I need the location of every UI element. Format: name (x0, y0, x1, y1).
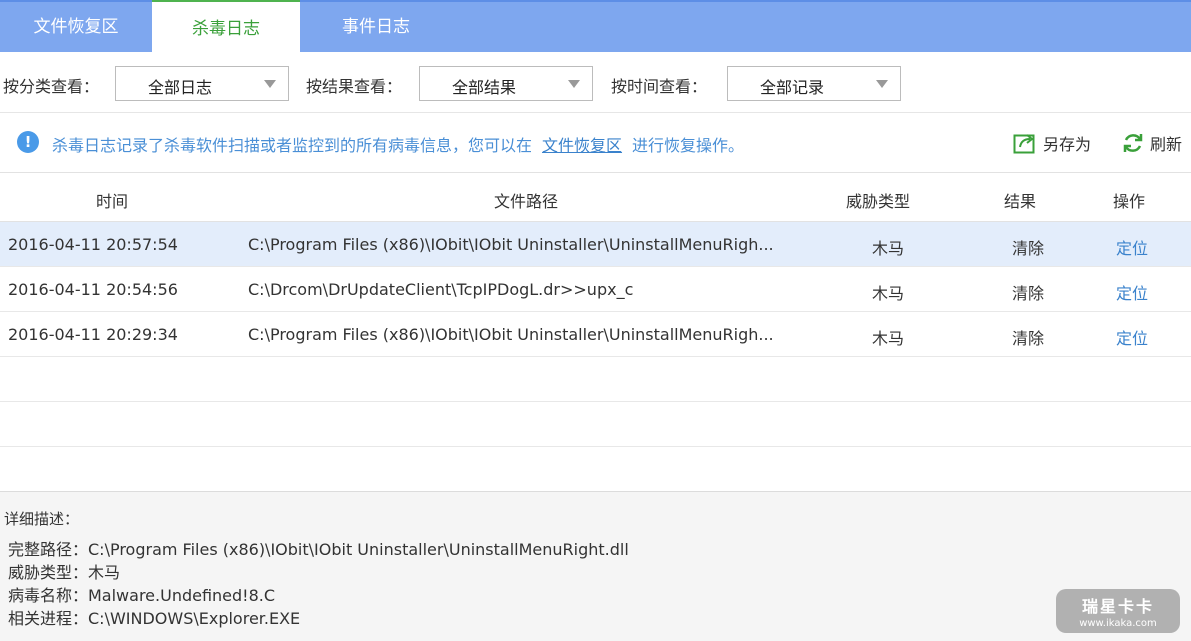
chevron-down-icon (264, 80, 276, 88)
chevron-down-icon (876, 80, 888, 88)
cell-type: 木马 (871, 284, 904, 303)
cell-result: 清除 (1011, 329, 1044, 348)
cell-result: 清除 (1011, 239, 1044, 258)
detail-threat-type: 威胁类型：木马 (8, 563, 121, 582)
chevron-down-icon (568, 80, 580, 88)
category-filter-label: 按分类查看： (3, 77, 100, 96)
cell-time: 2016-04-11 20:29:34 (8, 325, 178, 344)
result-filter-label: 按结果查看： (306, 77, 403, 96)
cell-path: C:\Drcom\DrUpdateClient\TcpIPDogL.dr>>up… (248, 280, 634, 299)
info-text-after: 进行恢复操作。 (632, 136, 745, 155)
tab-file-recovery[interactable]: 文件恢复区 (0, 2, 152, 52)
cell-path: C:\Program Files (x86)\IObit\IObit Unins… (248, 325, 774, 344)
tab-bar: 文件恢复区 杀毒日志 事件日志 (0, 0, 1191, 54)
cell-type: 木马 (871, 239, 904, 258)
tab-antivirus-log[interactable]: 杀毒日志 (152, 0, 300, 54)
refresh-button[interactable]: 刷新 (1122, 131, 1182, 155)
info-icon: ! (17, 131, 39, 153)
info-bar: ! 杀毒日志记录了杀毒软件扫描或者监控到的所有病毒信息，您可以在 文件恢复区 进行恢… (0, 112, 1191, 172)
save-as-button[interactable]: 另存为 (1013, 131, 1091, 155)
locate-link[interactable]: 定位 (1104, 280, 1160, 304)
time-filter-value: 全部记录 (760, 78, 825, 97)
time-filter-select[interactable]: 全部记录 (727, 66, 901, 101)
category-filter-select[interactable]: 全部日志 (115, 66, 289, 101)
info-message: 杀毒日志记录了杀毒软件扫描或者监控到的所有病毒信息，您可以在 文件恢复区 进行恢复操… (52, 132, 744, 156)
col-header-time[interactable]: 时间 (96, 188, 128, 212)
locate-link[interactable]: 定位 (1104, 235, 1160, 259)
time-filter-label: 按时间查看： (611, 77, 708, 96)
tab-event-log[interactable]: 事件日志 (300, 2, 452, 52)
table-row[interactable]: 2016-04-11 20:29:34 C:\Program Files (x8… (0, 312, 1191, 357)
filter-bar: 按分类查看： 全部日志 按结果查看： 全部结果 按时间查看： 全部记录 (0, 52, 1191, 112)
cell-time: 2016-04-11 20:57:54 (8, 235, 178, 254)
refresh-label: 刷新 (1150, 135, 1183, 154)
result-filter-select[interactable]: 全部结果 (419, 66, 593, 101)
empty-row (0, 402, 1191, 447)
table-row[interactable]: 2016-04-11 20:54:56 C:\Drcom\DrUpdateCli… (0, 267, 1191, 312)
detail-process: 相关进程：C:\WINDOWS\Explorer.EXE (8, 609, 301, 628)
empty-row (0, 447, 1191, 492)
table-row[interactable]: 2016-04-11 20:57:54 C:\Program Files (x8… (0, 222, 1191, 267)
col-header-op[interactable]: 操作 (1113, 188, 1145, 212)
info-text-before: 杀毒日志记录了杀毒软件扫描或者监控到的所有病毒信息，您可以在 (52, 136, 533, 155)
detail-full-path: 完整路径：C:\Program Files (x86)\IObit\IObit … (8, 540, 629, 559)
table-header: 时间 文件路径 威胁类型 结果 操作 (0, 172, 1191, 222)
cell-type: 木马 (871, 329, 904, 348)
col-header-path[interactable]: 文件路径 (494, 188, 558, 212)
export-icon (1013, 134, 1035, 154)
col-header-type[interactable]: 威胁类型 (846, 188, 910, 212)
result-filter-value: 全部结果 (452, 78, 517, 97)
refresh-icon (1123, 134, 1143, 152)
save-as-label: 另存为 (1043, 135, 1092, 154)
detail-title: 详细描述： (4, 510, 80, 528)
detail-panel: 详细描述： 完整路径：C:\Program Files (x86)\IObit\… (0, 491, 1191, 641)
watermark-logo: 瑞星卡卡 www.ikaka.com (1056, 589, 1180, 633)
table-body: 2016-04-11 20:57:54 C:\Program Files (x8… (0, 222, 1191, 492)
cell-time: 2016-04-11 20:54:56 (8, 280, 178, 299)
empty-row (0, 357, 1191, 402)
watermark-url: www.ikaka.com (1079, 618, 1157, 629)
cell-path: C:\Program Files (x86)\IObit\IObit Unins… (248, 235, 774, 254)
watermark-brand: 瑞星卡卡 (1081, 597, 1154, 616)
locate-link[interactable]: 定位 (1104, 325, 1160, 349)
file-recovery-link[interactable]: 文件恢复区 (542, 136, 622, 155)
cell-result: 清除 (1011, 284, 1044, 303)
col-header-result[interactable]: 结果 (1004, 188, 1036, 212)
detail-virus-name: 病毒名称：Malware.Undefined!8.C (8, 586, 276, 605)
category-filter-value: 全部日志 (148, 78, 213, 97)
